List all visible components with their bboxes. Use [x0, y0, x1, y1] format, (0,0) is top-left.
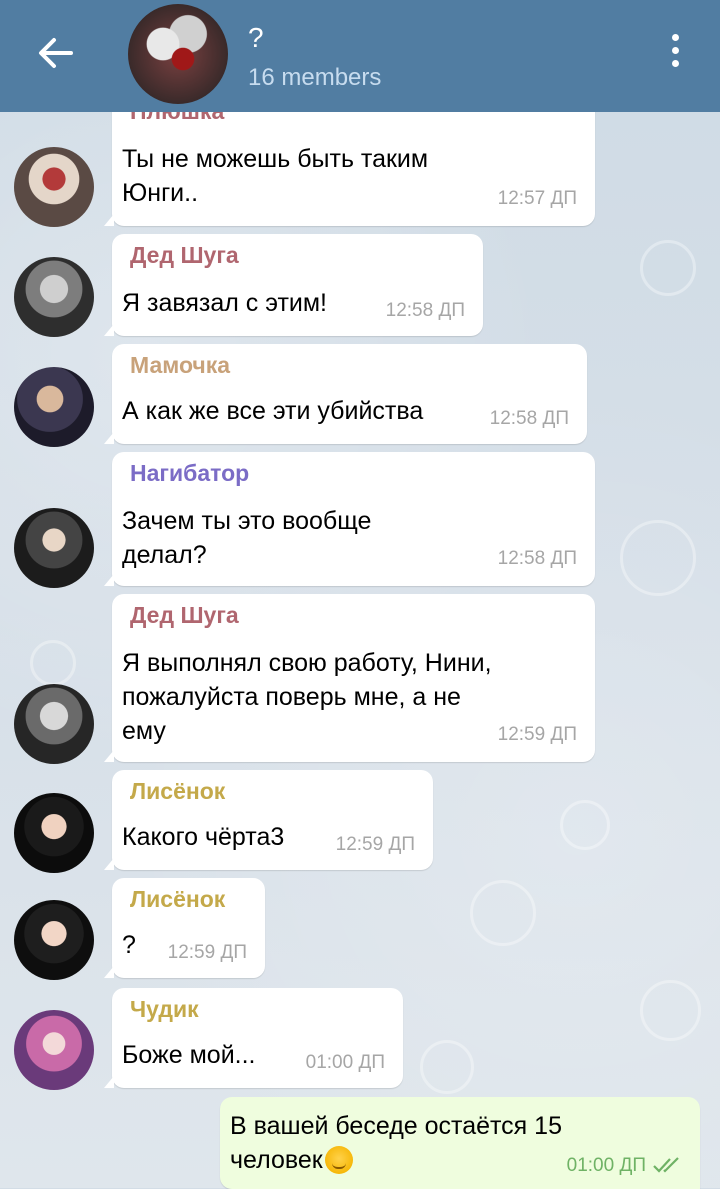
- message-text: ?: [122, 931, 136, 959]
- message-sender: Лисёнок: [130, 778, 226, 804]
- back-button[interactable]: [30, 28, 80, 78]
- message-bubble[interactable]: Мамочка А как же все эти убийства 12:58 …: [112, 344, 587, 444]
- message-time: 12:58 ДП: [497, 548, 577, 569]
- member-count: 16 members: [248, 64, 382, 91]
- bubble-tail: [104, 1076, 114, 1088]
- more-vertical-icon[interactable]: [660, 30, 690, 76]
- message-bubble[interactable]: Дед Шуга Я выполнял свою работу, Нини, п…: [112, 594, 595, 762]
- message-time: 12:59 ДП: [497, 724, 577, 745]
- message-text: В вашей беседе остаётся 15 человек: [230, 1112, 562, 1174]
- avatar[interactable]: [14, 367, 94, 447]
- smirk-emoji-icon: [324, 1146, 353, 1174]
- message-sender: Лисёнок: [130, 886, 226, 912]
- message-bubble[interactable]: Дед Шуга Я завязал с этим! 12:58 ДП: [112, 234, 483, 336]
- message-bubble[interactable]: Лисёнок Какого чёрта3 12:59 ДП: [112, 770, 433, 870]
- chat-header: ? 16 members: [0, 0, 720, 112]
- message-text: Боже мой...: [122, 1041, 256, 1069]
- avatar[interactable]: [14, 257, 94, 337]
- chat-title[interactable]: ?: [248, 22, 264, 54]
- avatar[interactable]: [14, 684, 94, 764]
- avatar[interactable]: [14, 508, 94, 588]
- message-sender: Чудик: [130, 996, 199, 1022]
- message-text: Я завязал с этим!: [122, 289, 328, 317]
- message-text: А как же все эти убийства: [122, 397, 424, 425]
- avatar[interactable]: [14, 900, 94, 980]
- bubble-tail: [104, 432, 114, 444]
- avatar[interactable]: [14, 147, 94, 227]
- message-time: 12:58 ДП: [489, 408, 569, 429]
- message-text: Зачем ты это вообще делал?: [122, 507, 372, 569]
- message-sender: Дед Шуга: [130, 242, 239, 268]
- message-sender: Дед Шуга: [130, 602, 239, 628]
- message-sender: Мамочка: [130, 352, 231, 378]
- bubble-tail: [104, 966, 114, 978]
- bubble-tail: [104, 750, 114, 762]
- bubble-tail: [104, 214, 114, 226]
- message-time: 12:57 ДП: [497, 188, 577, 209]
- double-check-icon: [653, 1157, 679, 1173]
- outgoing-message-bubble[interactable]: В вашей беседе остаётся 15 человек 01:00…: [220, 1097, 700, 1189]
- message-time: 01:00 ДП: [305, 1052, 385, 1073]
- bubble-tail: [104, 324, 114, 336]
- message-time: 12:59 ДП: [335, 834, 415, 855]
- message-bubble[interactable]: Чудик Боже мой... 01:00 ДП: [112, 988, 403, 1088]
- message-time: 12:59 ДП: [167, 942, 247, 963]
- message-bubble[interactable]: Лисёнок ? 12:59 ДП: [112, 878, 265, 978]
- avatar[interactable]: [14, 793, 94, 873]
- group-avatar[interactable]: [128, 4, 228, 104]
- bubble-tail: [104, 858, 114, 870]
- bubble-tail: [104, 574, 114, 586]
- message-time: 12:58 ДП: [385, 300, 465, 321]
- message-text: Какого чёрта3: [122, 823, 285, 851]
- message-text: Я выполнял свою работу, Нини, пожалуйста…: [122, 649, 492, 745]
- message-sender: Нагибатор: [130, 460, 250, 486]
- message-bubble[interactable]: Плюшка Ты не можешь быть таким Юнги.. 12…: [112, 92, 595, 226]
- message-bubble[interactable]: Нагибатор Зачем ты это вообще делал? 12:…: [112, 452, 595, 586]
- message-text: Ты не можешь быть таким Юнги..: [122, 145, 429, 207]
- avatar[interactable]: [14, 1010, 94, 1090]
- arrow-left-icon: [39, 38, 73, 68]
- message-time: 01:00 ДП: [566, 1155, 646, 1176]
